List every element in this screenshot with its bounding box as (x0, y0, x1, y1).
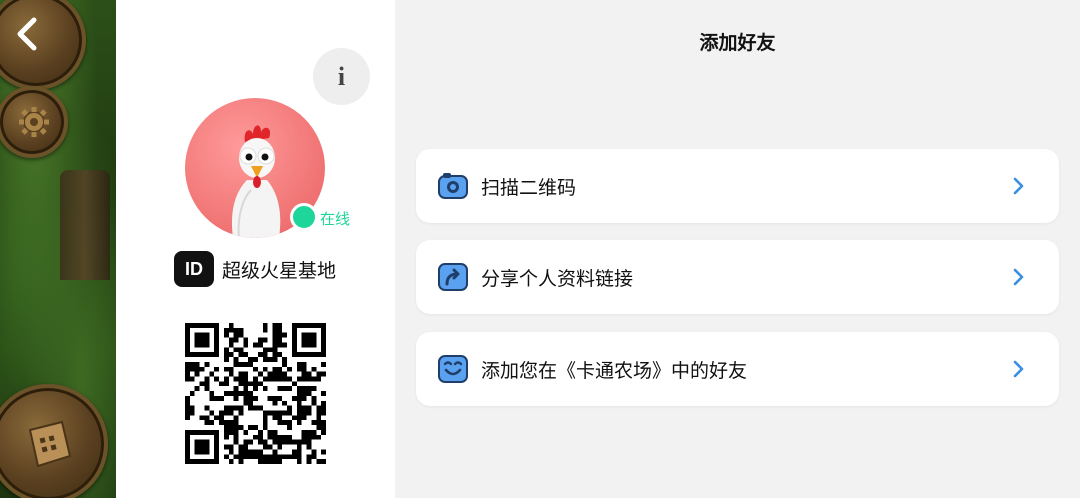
gear-icon (19, 107, 49, 137)
info-icon: i (337, 61, 346, 91)
online-status-dot (290, 203, 318, 231)
online-status-text: 在线 (320, 210, 351, 228)
chevron-left-icon (17, 17, 37, 51)
page-title: 添加好友 (699, 32, 776, 54)
share-icon (437, 262, 469, 292)
share-profile-option[interactable]: 分享个人资料链接 (416, 240, 1059, 314)
player-id-row: ID 超级火星基地 (174, 251, 336, 287)
scan-qr-label: 扫描二维码 (481, 176, 577, 199)
chevron-right-icon (1013, 360, 1024, 378)
add-game-friend-option[interactable]: 添加您在《卡通农场》中的好友 (416, 332, 1059, 406)
settings-button[interactable] (0, 86, 68, 158)
share-profile-label: 分享个人资料链接 (481, 267, 634, 290)
id-badge: ID (174, 251, 214, 287)
chevron-right-icon (1013, 268, 1024, 286)
add-game-friend-label: 添加您在《卡通农场》中的好友 (481, 359, 748, 382)
tree-trunk (60, 170, 110, 280)
player-name: 超级火星基地 (222, 259, 337, 282)
game-background (0, 0, 116, 498)
shop-button[interactable] (0, 384, 108, 498)
scan-qr-option[interactable]: 扫描二维码 (416, 149, 1059, 223)
smile-icon (437, 354, 469, 384)
add-friend-section: 添加好友 扫描二维码 分享个人资料链接 添加您在《卡通农场》中的好友 (395, 0, 1080, 498)
profile-panel: i 在线 ID 超级火星基地 (116, 0, 395, 498)
chevron-right-icon (1013, 177, 1024, 195)
camera-icon (437, 171, 469, 201)
cash-register-icon (28, 420, 72, 468)
qr-code (185, 323, 326, 464)
info-button[interactable]: i (313, 48, 370, 105)
back-button[interactable] (0, 0, 86, 90)
